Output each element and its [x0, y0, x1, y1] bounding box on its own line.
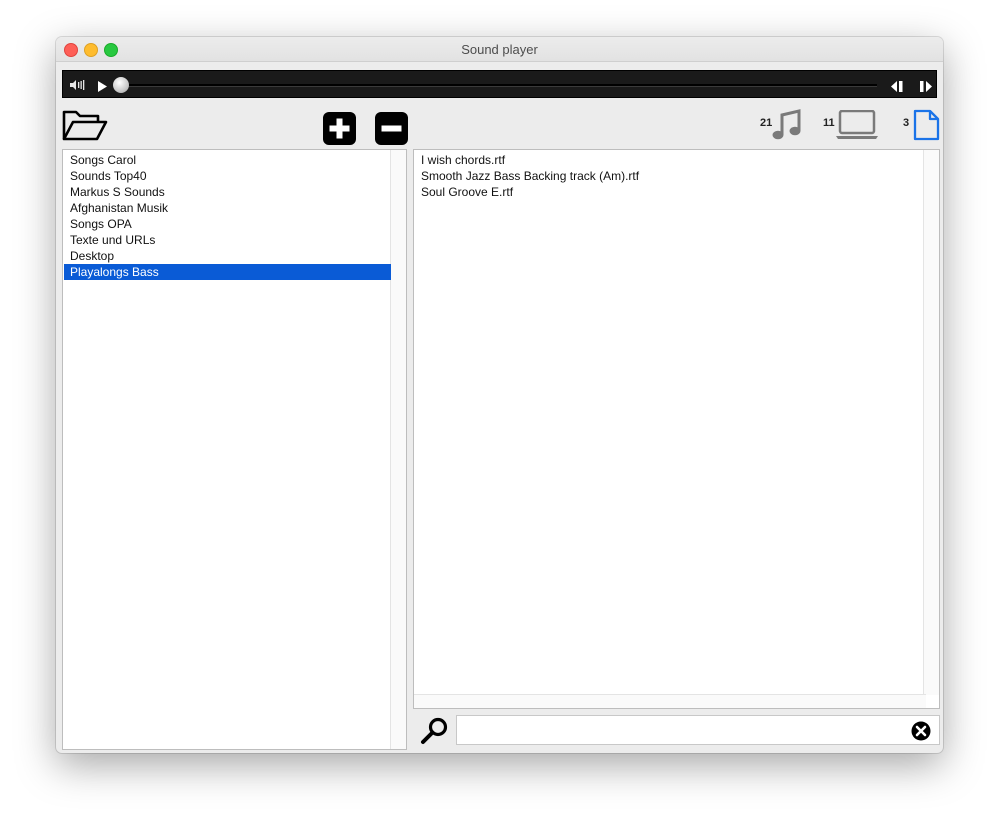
file-list[interactable]: I wish chords.rtf Smooth Jazz Bass Backin… — [413, 149, 940, 709]
window-title: Sound player — [461, 42, 538, 57]
progress-track[interactable] — [121, 84, 877, 87]
folder-list-item[interactable]: Markus S Sounds — [64, 184, 391, 200]
file-list-vertical-scrollbar[interactable] — [923, 150, 939, 695]
folder-list[interactable]: Songs Carol Sounds Top40 Markus S Sounds Af… — [62, 149, 407, 750]
folder-list-item[interactable]: Playalongs Bass — [64, 264, 391, 280]
computer-count: 11 — [823, 117, 835, 129]
progress-knob[interactable] — [113, 77, 129, 93]
folder-list-item[interactable]: Desktop — [64, 248, 391, 264]
previous-icon[interactable] — [891, 79, 904, 97]
laptop-icon[interactable] — [835, 109, 879, 145]
file-list-item[interactable]: Smooth Jazz Bass Backing track (Am).rtf — [415, 168, 925, 184]
clear-icon[interactable] — [911, 721, 931, 746]
document-icon[interactable] — [913, 109, 940, 146]
remove-folder-button[interactable] — [375, 112, 408, 150]
search-icon — [420, 716, 450, 751]
folder-list-item[interactable]: Afghanistan Musik — [64, 200, 391, 216]
search-input[interactable] — [456, 715, 940, 745]
folder-list-item[interactable]: Sounds Top40 — [64, 168, 391, 184]
file-list-horizontal-scrollbar[interactable] — [414, 694, 926, 708]
folder-list-item[interactable]: Texte und URLs — [64, 232, 391, 248]
document-count: 3 — [903, 117, 910, 129]
music-note-icon[interactable] — [771, 109, 801, 146]
add-folder-button[interactable] — [323, 112, 356, 150]
folder-open-icon[interactable] — [62, 108, 108, 147]
file-list-item[interactable]: I wish chords.rtf — [415, 152, 925, 168]
folder-list-item[interactable]: Songs OPA — [64, 216, 391, 232]
title-bar: Sound player — [56, 37, 943, 62]
folder-list-item[interactable]: Songs Carol — [64, 152, 391, 168]
next-icon[interactable] — [919, 79, 932, 97]
file-list-item[interactable]: Soul Groove E.rtf — [415, 184, 925, 200]
sound-player-window: Sound player 21 11 3 Songs Carol Sounds … — [56, 37, 943, 753]
folder-list-scrollbar[interactable] — [390, 150, 406, 749]
player-bar — [62, 70, 937, 98]
play-icon[interactable] — [98, 79, 108, 97]
volume-icon[interactable] — [70, 78, 86, 96]
